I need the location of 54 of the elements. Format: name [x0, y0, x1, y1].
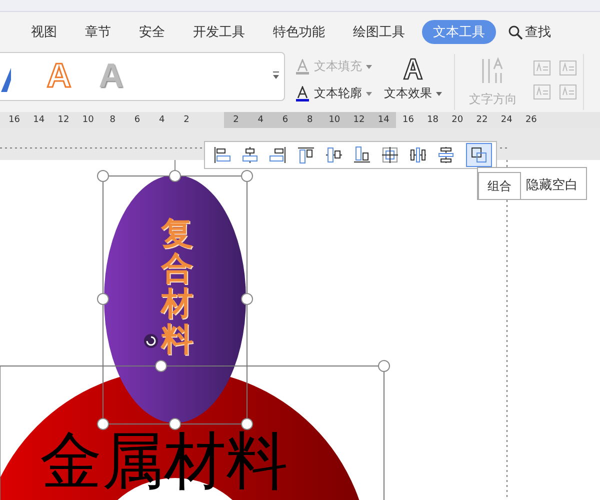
ruler-number: 2 — [224, 112, 248, 128]
rotate-handle[interactable] — [144, 334, 158, 348]
caret-icon — [436, 92, 442, 96]
letter-a-icon — [295, 86, 310, 102]
tooltip: 组合 — [478, 172, 521, 200]
ruler-number: 6 — [272, 112, 298, 128]
search-label[interactable]: 查找 — [525, 23, 551, 41]
text-format-button[interactable]: 文本轮廓 — [295, 85, 372, 102]
letter-a-icon — [295, 58, 310, 74]
ruler-number: 20 — [450, 114, 464, 127]
align-icon — [241, 146, 259, 164]
align-icon — [297, 146, 315, 164]
ribbon-tab[interactable]: 特色功能 — [262, 20, 336, 44]
ruler-number: 6 — [133, 114, 142, 127]
ribbon-tab[interactable]: 绘图工具 — [342, 20, 416, 44]
title-text: 金属材料 — [40, 430, 288, 492]
caret-icon — [366, 64, 372, 68]
vertical-shape-text: 复合材料 — [161, 216, 193, 357]
align-icon — [269, 146, 287, 164]
ruler-number: 24 — [500, 114, 514, 127]
ruler-number: 16 — [8, 114, 22, 127]
ruler-number: 8 — [298, 112, 322, 128]
text-effect-button[interactable]: 文本效果 — [378, 56, 448, 103]
ruler-number: 12 — [346, 112, 372, 128]
ruler-number: 2 — [182, 114, 190, 127]
ruler-number: 26 — [524, 114, 538, 127]
ruler-number: 14 — [371, 112, 396, 128]
align-icon — [381, 146, 399, 164]
letter-a-icon — [401, 57, 425, 81]
align-icon — [409, 146, 427, 164]
search-icon — [508, 24, 523, 40]
ruler-number: 8 — [108, 114, 117, 127]
align-icon — [353, 146, 371, 164]
caret-icon — [366, 92, 372, 96]
ribbon-tab[interactable]: 视图 — [20, 20, 68, 44]
ruler-number: 16 — [401, 114, 415, 127]
ruler-number: 10 — [81, 114, 95, 127]
align-icon — [437, 146, 455, 164]
ruler-number: 14 — [32, 114, 46, 127]
ribbon-tab[interactable]: 安全 — [128, 20, 176, 44]
align-button[interactable] — [466, 143, 492, 167]
more-icon[interactable] — [272, 71, 280, 80]
align-icon — [213, 146, 231, 164]
ruler-number: 4 — [248, 112, 273, 128]
ribbon-tab[interactable]: 开发工具 — [182, 20, 256, 44]
selection-frame[interactable] — [97, 160, 253, 430]
ruler-number: 12 — [56, 114, 70, 127]
ruler-number: 22 — [475, 114, 489, 127]
ruler-number: 18 — [426, 114, 440, 127]
ruler-number: 10 — [322, 112, 347, 128]
ruler-number: 4 — [158, 114, 166, 127]
align-icon — [325, 146, 343, 164]
align-icon — [470, 146, 488, 164]
ribbon-tab[interactable]: 章节 — [74, 20, 122, 44]
